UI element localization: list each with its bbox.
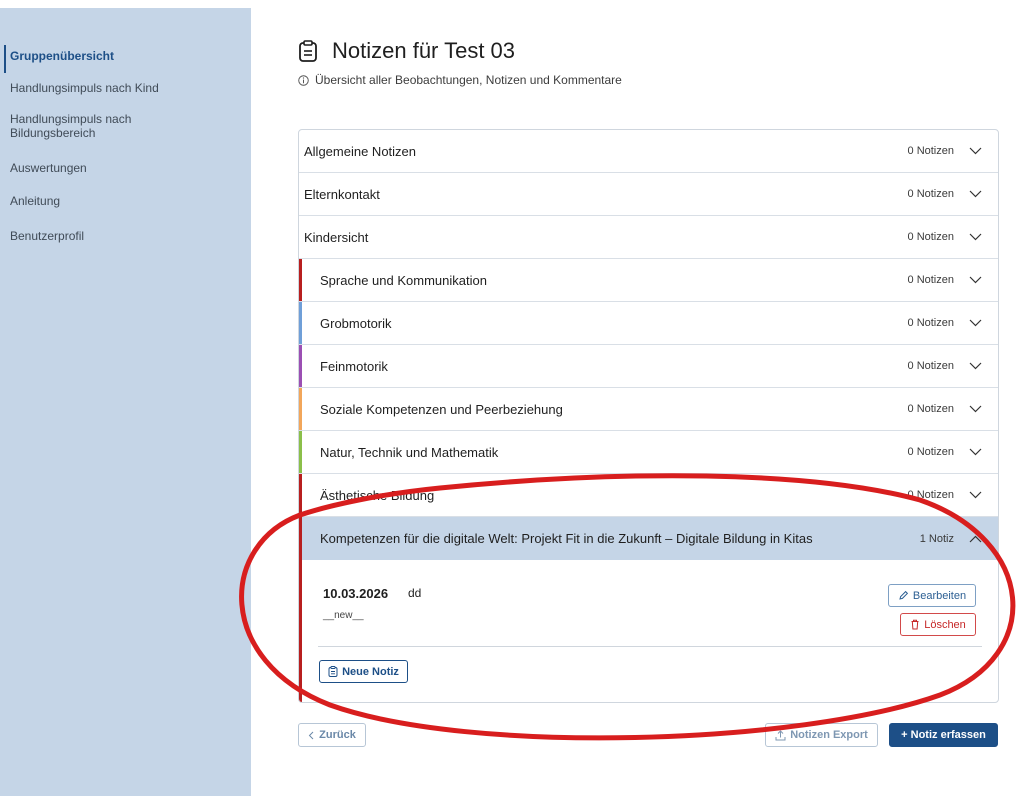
delete-note-button[interactable]: Löschen	[900, 613, 976, 636]
chevron-down-icon	[969, 448, 982, 456]
accordion-row-label: Sprache und Kommunikation	[320, 272, 487, 288]
accordion-row-count: 0 Notizen	[907, 231, 954, 243]
note-date: 10.03.2026	[323, 586, 389, 601]
sidebar: Gruppenübersicht Handlungsimpuls nach Ki…	[0, 8, 251, 796]
accordion-row-count: 0 Notizen	[907, 403, 954, 415]
back-button[interactable]: Zurück	[298, 723, 366, 747]
accordion-row-label: Natur, Technik und Mathematik	[320, 444, 499, 460]
accordion-row-count: 0 Notizen	[907, 274, 954, 286]
clipboard-icon	[299, 40, 317, 62]
category-color-bar	[299, 431, 302, 473]
sidebar-item-anleitung[interactable]: Anleitung	[0, 194, 60, 208]
note-divider	[318, 646, 982, 647]
accordion-row-count: 0 Notizen	[907, 145, 954, 157]
accordion-row-label: Kompetenzen für die digitale Welt: Proje…	[320, 531, 813, 546]
accordion-row-label: Feinmotorik	[320, 358, 388, 374]
edit-note-button[interactable]: Bearbeiten	[888, 584, 976, 607]
sidebar-item-auswertungen[interactable]: Auswertungen	[0, 161, 87, 175]
delete-note-label: Löschen	[924, 618, 966, 631]
pencil-icon	[899, 590, 908, 600]
category-color-bar	[299, 388, 302, 430]
accordion-row-sprache[interactable]: Sprache und Kommunikation 0 Notizen	[299, 259, 998, 302]
trash-icon	[911, 619, 919, 630]
accordion-panel-digitale-welt: 10.03.2026 dd __new__ Bearbeiten Löschen…	[299, 560, 998, 702]
category-color-bar	[299, 474, 302, 516]
accordion-row-count: 0 Notizen	[907, 317, 954, 329]
accordion-row-allgemeine-notizen[interactable]: Allgemeine Notizen 0 Notizen	[299, 130, 998, 173]
accordion-row-label: Ästhetische Bildung	[320, 487, 435, 503]
accordion-row-label: Kindersicht	[304, 229, 369, 245]
notes-export-button[interactable]: Notizen Export	[765, 723, 878, 747]
accordion-row-count: 0 Notizen	[907, 489, 954, 501]
chevron-left-icon	[308, 731, 314, 739]
sidebar-item-handlungsimpuls-bildungsbereich[interactable]: Handlungsimpuls nach Bildungsbereich	[0, 112, 170, 140]
chevron-down-icon	[969, 491, 982, 499]
accordion-row-natur-technik[interactable]: Natur, Technik und Mathematik 0 Notizen	[299, 431, 998, 474]
accordion-row-count: 0 Notizen	[907, 360, 954, 372]
note-author: __new__	[323, 610, 364, 621]
back-label: Zurück	[319, 729, 356, 741]
category-color-bar	[299, 345, 302, 387]
accordion-row-feinmotorik[interactable]: Feinmotorik 0 Notizen	[299, 345, 998, 388]
add-note-label: + Notiz erfassen	[901, 729, 986, 741]
notes-export-label: Notizen Export	[790, 729, 868, 741]
accordion-row-digitale-welt[interactable]: Kompetenzen für die digitale Welt: Proje…	[299, 517, 998, 560]
note-text: dd	[408, 586, 422, 600]
new-note-label: Neue Notiz	[342, 665, 399, 678]
chevron-down-icon	[969, 276, 982, 284]
chevron-down-icon	[969, 405, 982, 413]
category-color-bar	[299, 259, 302, 301]
notes-accordion: Allgemeine Notizen 0 Notizen Elternkonta…	[298, 129, 999, 703]
chevron-down-icon	[969, 362, 982, 370]
chevron-down-icon	[969, 147, 982, 155]
accordion-row-elternkontakt[interactable]: Elternkontakt 0 Notizen	[299, 173, 998, 216]
category-color-bar	[299, 302, 302, 344]
page-title-wrap: Notizen für Test 03	[298, 38, 515, 64]
accordion-row-grobmotorik[interactable]: Grobmotorik 0 Notizen	[299, 302, 998, 345]
sidebar-item-benutzerprofil[interactable]: Benutzerprofil	[0, 229, 84, 243]
accordion-row-kindersicht[interactable]: Kindersicht 0 Notizen	[299, 216, 998, 259]
accordion-row-label: Soziale Kompetenzen und Peerbeziehung	[320, 401, 563, 417]
category-color-bar	[299, 517, 302, 560]
accordion-row-count: 0 Notizen	[907, 188, 954, 200]
page-subtitle-wrap: Übersicht aller Beobachtungen, Notizen u…	[298, 73, 622, 87]
info-icon	[298, 74, 309, 86]
export-icon	[775, 729, 786, 740]
accordion-row-label: Elternkontakt	[304, 186, 380, 202]
chevron-down-icon	[969, 190, 982, 198]
accordion-row-count: 0 Notizen	[907, 446, 954, 458]
new-note-button[interactable]: Neue Notiz	[319, 660, 408, 683]
chevron-down-icon	[969, 319, 982, 327]
chevron-up-icon	[969, 535, 982, 542]
accordion-row-label: Allgemeine Notizen	[304, 143, 417, 159]
chevron-down-icon	[969, 233, 982, 241]
sidebar-item-handlungsimpuls-kind[interactable]: Handlungsimpuls nach Kind	[0, 81, 159, 95]
add-note-button[interactable]: + Notiz erfassen	[889, 723, 998, 747]
accordion-row-aesthetische-bildung[interactable]: Ästhetische Bildung 0 Notizen	[299, 474, 998, 517]
accordion-row-label: Grobmotorik	[320, 315, 392, 331]
accordion-row-soziale-kompetenzen[interactable]: Soziale Kompetenzen und Peerbeziehung 0 …	[299, 388, 998, 431]
edit-note-label: Bearbeiten	[912, 589, 967, 602]
page-subtitle: Übersicht aller Beobachtungen, Notizen u…	[315, 73, 622, 87]
sidebar-item-gruppenuebersicht[interactable]: Gruppenübersicht	[0, 45, 114, 73]
clipboard-icon	[328, 666, 338, 677]
page-title: Notizen für Test 03	[332, 38, 516, 63]
accordion-row-count: 1 Notiz	[919, 532, 954, 545]
